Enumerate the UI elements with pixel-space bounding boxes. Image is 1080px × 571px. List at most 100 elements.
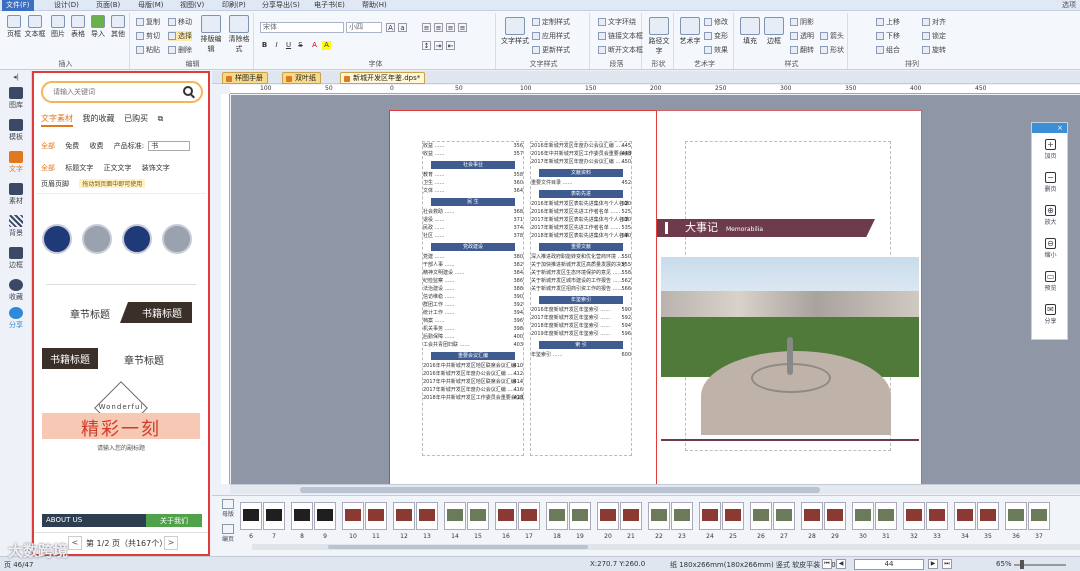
tab-text-material[interactable]: 文字素材 <box>41 114 73 127</box>
grow-font-icon[interactable]: A <box>386 23 395 32</box>
menu-share-export[interactable]: 分享导出(S) <box>258 0 304 11</box>
page-spread-thumbnail[interactable]: 26 27 <box>750 502 796 540</box>
document-canvas[interactable]: 356 收益 …… 357 收益 …… 社会事业 358 教育 …… 360 卫生 …… 364 文… <box>231 95 1080 485</box>
toc-entry[interactable]: 592 2017年度新城开发区年鉴索引 …… <box>531 314 631 322</box>
textbox-button[interactable]: 文本框 <box>24 15 46 39</box>
circle-title-sample[interactable] <box>42 224 202 254</box>
other-button[interactable]: 其他 <box>108 15 128 39</box>
canvas-scrollbar[interactable] <box>230 484 1080 494</box>
menu-page[interactable]: 页面(B) <box>92 0 124 11</box>
clear-format-button[interactable]: 清除格式 <box>226 15 252 54</box>
toc-entry[interactable]: 600 年鉴索引 …… <box>531 351 631 359</box>
about-us-sample[interactable]: ABOUT US 关于我们 <box>42 514 202 527</box>
align-left-icon[interactable]: ≡ <box>422 23 431 32</box>
toc-entry[interactable]: 4482016年中共新城开发区工作委员会重要会议汇编 …… <box>531 150 631 158</box>
prev-page-button[interactable]: < <box>68 536 82 550</box>
import-button[interactable]: 导入 <box>88 15 108 39</box>
page-number-box[interactable]: 44 <box>854 559 924 570</box>
toc-entry[interactable]: 382 干部人事 …… <box>423 261 523 269</box>
page-spread-thumbnail[interactable]: 30 31 <box>852 502 898 540</box>
chapter-title-sample-b[interactable]: 章节标题 <box>124 352 164 367</box>
page-spread-thumbnail[interactable]: 89 <box>291 502 337 540</box>
justify-icon[interactable]: ≡ <box>458 23 467 32</box>
first-page-button[interactable]: ⏮ <box>822 559 832 569</box>
page-spread-thumbnail[interactable]: 18 19 <box>546 502 592 540</box>
toc-entry[interactable]: 416 2017年新城开发区年度办公会议汇编 …… <box>423 386 523 394</box>
type-body-text[interactable]: 正文文字 <box>103 164 131 172</box>
close-icon[interactable]: × <box>1032 123 1067 133</box>
toc-entry[interactable]: 596 2019年度新城开发区年鉴索引 …… <box>531 330 631 338</box>
toc-entry[interactable]: 386 纪检监察 …… <box>423 277 523 285</box>
filter-free[interactable]: 免费 <box>65 142 79 150</box>
toc-entry[interactable]: 398 机关事务 …… <box>423 325 523 333</box>
side-tool-add-page[interactable]: + 加页 <box>1032 139 1069 160</box>
product-standard-select[interactable]: 书 <box>148 141 191 151</box>
path-text-button[interactable]: 路径文字 <box>646 17 672 56</box>
filter-paid[interactable]: 收费 <box>89 142 103 150</box>
menu-design[interactable]: 设计(D) <box>50 0 83 11</box>
rail-item-template[interactable]: 模板 <box>0 119 32 142</box>
flip-button[interactable]: 翻转 <box>790 45 814 55</box>
toc-entry[interactable]: 378 社区 …… <box>423 232 523 240</box>
toc-entry[interactable]: 555 关于加快推进新城开发区高质量发展的决定 …… <box>531 261 631 269</box>
align-button[interactable]: 对齐 <box>922 17 946 27</box>
art-effect-button[interactable]: 效果 <box>704 45 728 55</box>
rail-item-gallery[interactable]: 图库 <box>0 87 32 110</box>
doc-tab-3[interactable]: 新城开发区年鉴.dps* <box>340 72 426 84</box>
align-center-icon[interactable]: ≡ <box>434 23 443 32</box>
move-down-button[interactable]: 下移 <box>876 31 900 41</box>
shape-style-button[interactable]: 形状 <box>820 45 844 55</box>
toc-entry[interactable]: 394 统计工作 …… <box>423 309 523 317</box>
update-style-button[interactable]: 更新样式 <box>532 45 570 55</box>
rail-item-share[interactable]: 分享 <box>0 307 32 330</box>
toc-entry[interactable]: 364 文体 …… <box>423 187 523 195</box>
next-page-status-button[interactable]: ▶ <box>928 559 938 569</box>
toc-entry[interactable]: 530 2017年新城开发区表彰先进集体与个人名单 …… <box>531 216 631 224</box>
transparency-button[interactable]: 透明 <box>790 31 814 41</box>
art-text-button[interactable]: 艺术字 <box>678 17 702 46</box>
toc-entry[interactable]: 403 工会共青团妇联 …… <box>423 341 523 349</box>
toc-entry[interactable]: 414 2017年中共新城开发区地区联席会议汇编 …… <box>423 378 523 386</box>
external-link-icon[interactable]: ⧉ <box>158 114 164 123</box>
fill-button[interactable]: 填充 <box>738 17 762 46</box>
table-button[interactable]: 表格 <box>68 15 88 39</box>
toc-entry[interactable]: 566 关于新城开发区招商引资工作的报告 …… <box>531 285 631 293</box>
toc-entry[interactable]: 412 2016年新城开发区年度办公会议汇编 …… <box>423 370 523 378</box>
toc-entry[interactable]: 358 教育 …… <box>423 171 523 179</box>
toc-entry[interactable]: 410 2016年中共新城开发区地区联席会议汇编 …… <box>423 362 523 370</box>
shrink-font-icon[interactable]: a <box>398 23 407 32</box>
apply-style-button[interactable]: 应用样式 <box>532 31 570 41</box>
rail-item-material[interactable]: 素材 <box>0 183 32 206</box>
doc-tab-1[interactable]: 样图手册 <box>222 72 268 84</box>
align-right-icon[interactable]: ≡ <box>446 23 455 32</box>
border-button[interactable]: 边框 <box>762 17 786 46</box>
strip-scrollbar[interactable] <box>252 544 1080 550</box>
filter-all[interactable]: 全部 <box>41 142 55 150</box>
page-spread-thumbnail[interactable]: 20 21 <box>597 502 643 540</box>
next-page-button[interactable]: > <box>164 536 178 550</box>
toc-entry[interactable]: 520 2016年新城开发区表彰先进集体与个人名单 …… <box>531 200 631 208</box>
image-button[interactable]: 图片 <box>48 15 68 39</box>
rail-item-favorite[interactable]: 收藏 <box>0 279 32 302</box>
paste-button[interactable]: 粘贴 <box>136 45 160 55</box>
rail-item-border[interactable]: 边框 <box>0 247 32 270</box>
toc-entry[interactable]: 368 社会救助 …… <box>423 208 523 216</box>
toc-entry[interactable]: 357 收益 …… <box>423 150 523 158</box>
menu-master[interactable]: 母版(M) <box>134 0 168 11</box>
toc-entry[interactable]: 360 卫生 …… <box>423 179 523 187</box>
type-header-footer[interactable]: 页眉页脚 <box>41 180 69 188</box>
toc-entry[interactable]: 374 民政 …… <box>423 224 523 232</box>
toc-entry[interactable]: 550 深入推进政府职能转变和优化营商环境 …… <box>531 253 631 261</box>
underline-button[interactable]: U <box>284 41 293 50</box>
toc-entry[interactable]: 356 收益 …… <box>423 142 523 150</box>
type-all[interactable]: 全部 <box>41 164 55 172</box>
bold-button[interactable]: B <box>260 41 269 50</box>
book-title-sample-b[interactable]: 书籍标题 <box>42 348 98 369</box>
toc-entry[interactable]: 392 群团工作 …… <box>423 301 523 309</box>
break-textbox-button[interactable]: 断开文本框 <box>598 45 643 55</box>
type-title-text[interactable]: 标题文字 <box>65 164 93 172</box>
page-spread-thumbnail[interactable]: 36 37 <box>1005 502 1051 540</box>
link-textbox-button[interactable]: 链接文本框 <box>598 31 643 41</box>
toc-entry[interactable]: 594 2018年度新城开发区年鉴索引 …… <box>531 322 631 330</box>
art-warp-button[interactable]: 变形 <box>704 31 728 41</box>
